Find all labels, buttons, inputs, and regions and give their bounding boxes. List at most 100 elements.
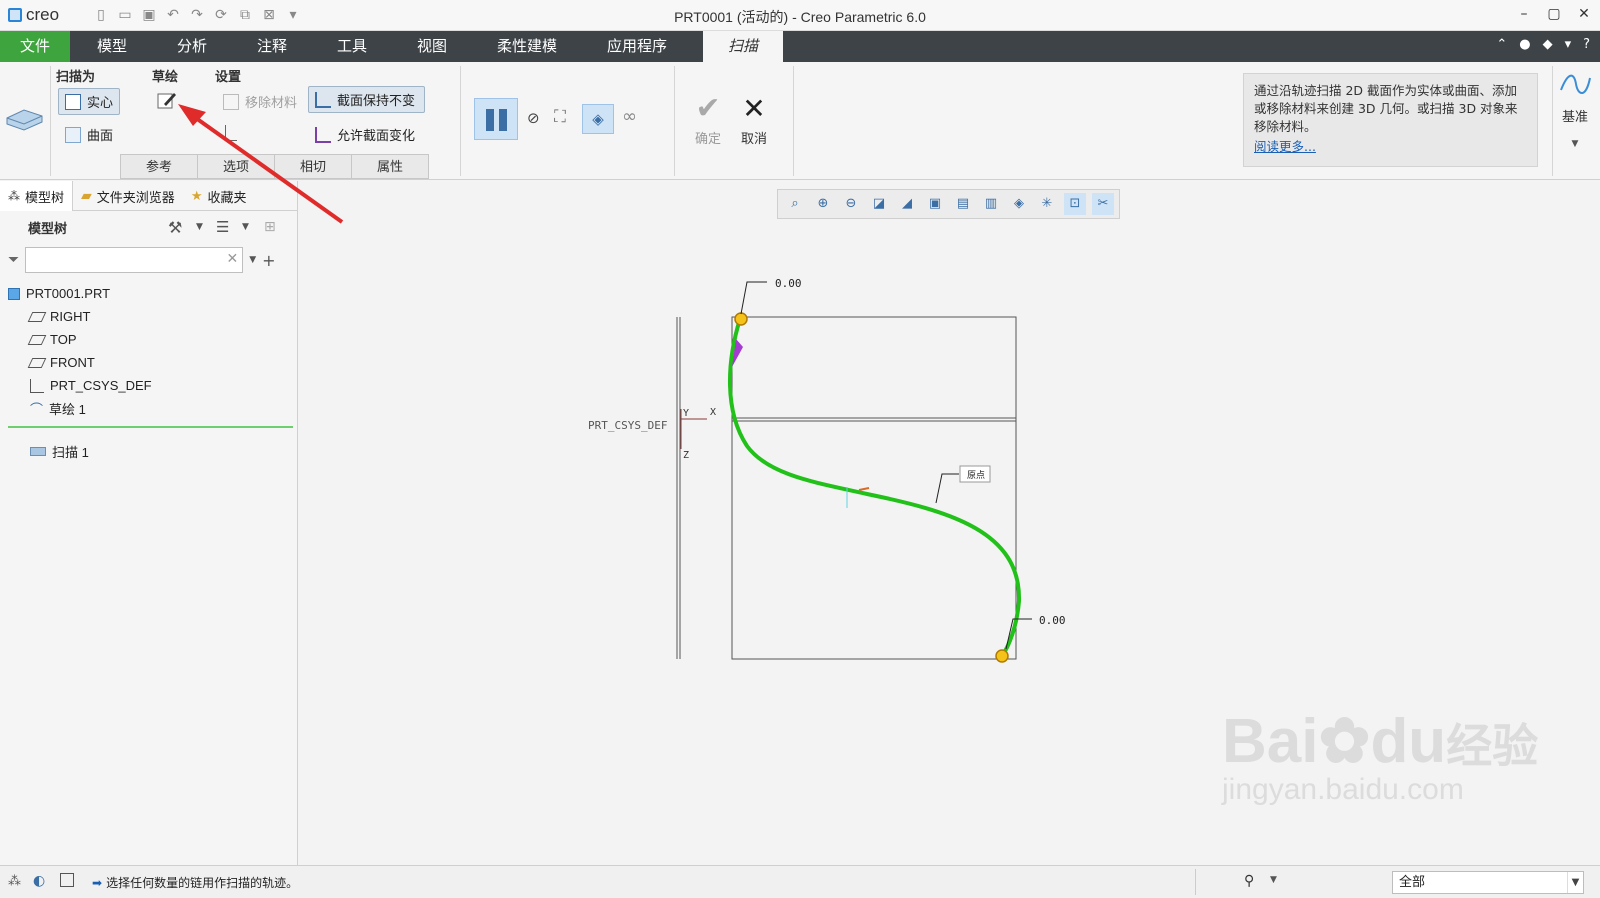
remove-material-button[interactable]: 移除材料: [216, 88, 304, 115]
pause-button[interactable]: [474, 98, 518, 140]
tree-item-sweep[interactable]: 扫描 1: [8, 440, 293, 463]
tree-item-top[interactable]: TOP: [8, 328, 293, 351]
folder-icon: ▰: [81, 188, 92, 204]
search-dropdown-icon[interactable]: ▼: [249, 255, 256, 265]
baidu-watermark: Bai✿du经验 jingyan.baidu.com: [1222, 704, 1538, 807]
tree-item-sketch[interactable]: ⌒ 草绘 1: [8, 397, 293, 420]
tree-toggle-icon[interactable]: ⁂: [8, 874, 21, 889]
help-icon[interactable]: ?: [1583, 37, 1590, 52]
collapse-ribbon-icon[interactable]: ⌃: [1496, 37, 1507, 52]
tab-references[interactable]: 参考: [120, 154, 198, 179]
top-dimension[interactable]: 0.00: [775, 277, 802, 290]
ok-label: 确定: [695, 132, 722, 147]
user-icon[interactable]: ●: [1519, 37, 1530, 52]
tab-properties[interactable]: 属性: [351, 154, 429, 179]
watermark-text: Bai: [1222, 707, 1319, 776]
tab-view[interactable]: 视图: [392, 31, 472, 62]
model-tree-tab-label: 模型树: [25, 190, 65, 206]
variable-section-label: 允许截面变化: [337, 129, 416, 144]
tree-columns-icon[interactable]: ☰: [216, 218, 229, 236]
graphics-canvas[interactable]: ⌕ ⊕ ⊖ ◪ ◢ ▣ ▤ ▥ ◈ ✳ ⊡ ✂ PRT_CSYS_DEF Y X…: [299, 181, 1600, 865]
clear-search-icon[interactable]: ✕: [226, 251, 238, 267]
tree-filter-icon[interactable]: ⊞: [264, 219, 276, 235]
tree-item-label: PRT0001.PRT: [26, 286, 111, 301]
model-tree: PRT0001.PRT RIGHT TOP FRONT PRT_CSYS_DEF…: [8, 282, 293, 463]
glasses-icon[interactable]: ∞: [622, 106, 637, 127]
start-point[interactable]: [734, 312, 748, 326]
maximize-icon[interactable]: ▢: [1546, 4, 1562, 24]
end-point[interactable]: [995, 649, 1009, 663]
verify-mode-button[interactable]: ◈: [582, 104, 614, 134]
close-icon[interactable]: ✕: [1576, 4, 1592, 24]
thicken-button[interactable]: [218, 121, 244, 145]
favorites-icon: ★: [190, 188, 203, 204]
cross-icon: ✕: [742, 92, 766, 125]
verify-icon: ◈: [592, 110, 604, 128]
tree-item-right[interactable]: RIGHT: [8, 305, 293, 328]
watermark-text: du: [1370, 707, 1447, 776]
thicken-icon: [225, 125, 237, 141]
panel-tabs: ⁂ 模型树 ▰ 文件夹浏览器 ★ 收藏夹: [0, 181, 298, 211]
funnel-icon: ⏷: [8, 252, 20, 268]
preview-icon[interactable]: ⛶: [554, 107, 566, 127]
tab-file[interactable]: 文件: [0, 31, 70, 62]
surface-button[interactable]: 曲面: [58, 121, 120, 148]
datum-curve-icon: [1560, 74, 1591, 94]
learning-icon[interactable]: ◆: [1543, 37, 1553, 52]
tree-item-label: 草绘 1: [49, 402, 86, 417]
dropdown-icon[interactable]: ▾: [1565, 37, 1572, 52]
tree-title: 模型树: [28, 221, 68, 237]
selection-filter[interactable]: 全部 ▼: [1392, 871, 1584, 894]
constant-section-icon: [315, 91, 331, 108]
solid-button[interactable]: 实心: [58, 88, 120, 115]
tab-tangency[interactable]: 相切: [274, 154, 352, 179]
no-preview-icon[interactable]: ⊘: [527, 109, 540, 127]
constant-section-button[interactable]: 截面保持不变: [308, 86, 425, 113]
tree-item-part[interactable]: PRT0001.PRT: [8, 282, 293, 305]
tab-annotate[interactable]: 注释: [232, 31, 312, 62]
csys-icon: [30, 378, 44, 393]
find-dropdown-icon[interactable]: ▼: [1270, 875, 1277, 885]
bottom-dimension[interactable]: 0.00: [1039, 614, 1066, 627]
datum-button[interactable]: 基准 ▼: [1558, 70, 1592, 149]
datum-dropdown-icon[interactable]: ▼: [1572, 139, 1579, 149]
tab-model-tree[interactable]: ⁂ 模型树: [0, 181, 74, 211]
ok-button[interactable]: ✔ 确定: [695, 94, 722, 148]
variable-section-button[interactable]: 允许截面变化: [308, 121, 425, 148]
axis-x-label: X: [710, 407, 716, 418]
sweep-as-label: 扫描为: [56, 70, 96, 85]
browser-toggle-icon[interactable]: ◐: [33, 873, 45, 889]
tree-settings-icon[interactable]: ⚒: [168, 218, 182, 237]
tree-settings-dropdown-icon[interactable]: ▼: [196, 222, 203, 232]
remove-material-icon: [223, 93, 239, 110]
part-icon: [8, 287, 20, 300]
read-more-link[interactable]: 阅读更多...: [1254, 138, 1527, 156]
tree-item-csys[interactable]: PRT_CSYS_DEF: [8, 374, 293, 397]
cancel-button[interactable]: ✕ 取消: [741, 92, 767, 148]
tree-item-front[interactable]: FRONT: [8, 351, 293, 374]
pause-icon: [486, 109, 507, 131]
model-tree-panel: ⁂ 模型树 ▰ 文件夹浏览器 ★ 收藏夹 模型树 ⚒ ▼ ☰ ▼ ⊞ ⏷ ✕ ▼…: [0, 181, 298, 865]
solid-label: 实心: [87, 96, 114, 111]
tab-tools[interactable]: 工具: [312, 31, 392, 62]
tab-favorites[interactable]: ★ 收藏夹: [183, 181, 255, 211]
ribbon-separator: [460, 66, 461, 176]
add-filter-icon[interactable]: +: [262, 251, 275, 270]
sweep-subtabs: 参考 选项 相切 属性: [120, 154, 429, 179]
tab-model[interactable]: 模型: [72, 31, 152, 62]
tree-item-label: RIGHT: [50, 309, 91, 324]
tab-analysis[interactable]: 分析: [152, 31, 232, 62]
minimize-icon[interactable]: –: [1516, 4, 1532, 24]
title-bar: creo ▯ ▭ ▣ ↶ ↷ ⟳ ⧉ ⊠ ▾ PRT0001 (活动的) - C…: [0, 0, 1600, 31]
tab-folder-browser[interactable]: ▰ 文件夹浏览器: [73, 181, 183, 211]
fullscreen-icon[interactable]: [60, 873, 74, 887]
tree-columns-dropdown-icon[interactable]: ▼: [242, 222, 249, 232]
sketch-pencil-icon[interactable]: [156, 90, 178, 112]
trajectory-curve[interactable]: [728, 318, 1022, 658]
tree-search-input[interactable]: ✕: [25, 247, 244, 273]
tab-applications[interactable]: 应用程序: [582, 31, 692, 62]
tab-flexible-modeling[interactable]: 柔性建模: [472, 31, 582, 62]
find-icon[interactable]: ⚲: [1244, 873, 1254, 889]
tab-options[interactable]: 选项: [197, 154, 275, 179]
tab-sweep[interactable]: 扫描: [703, 31, 783, 62]
